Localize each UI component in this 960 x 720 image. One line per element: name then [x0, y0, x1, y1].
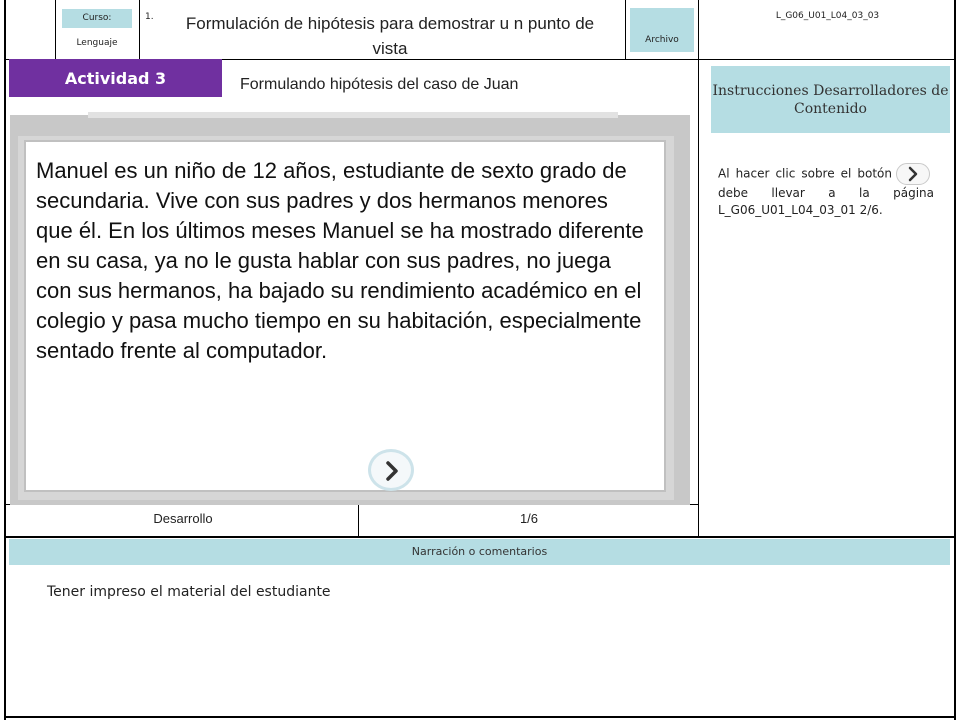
- narration-text: Tener impreso el material del estudiante: [47, 584, 331, 600]
- header-divider-2: [139, 0, 140, 60]
- subject-label: Lenguaje: [76, 38, 118, 48]
- next-button[interactable]: [368, 449, 414, 491]
- header-divider-1: [55, 0, 56, 60]
- instructions-text-before: Al hacer clic sobre el botón: [718, 166, 892, 181]
- next-button-reference: [896, 163, 930, 185]
- footer-divider: [358, 504, 359, 537]
- activity-tag: Actividad 3: [9, 59, 222, 97]
- story-text: Manuel es un niño de 12 años, estudiante…: [36, 158, 644, 363]
- outer-border-left: [4, 0, 6, 720]
- page-title: Formulación de hipótesis para demostrar …: [185, 14, 595, 58]
- instructions-heading: Instrucciones Desarrolladores de Conteni…: [711, 66, 950, 133]
- narration-heading: Narración o comentarios: [9, 539, 950, 565]
- chevron-right-icon: [908, 166, 918, 182]
- column-divider: [698, 0, 699, 537]
- outer-border-right: [954, 0, 956, 720]
- header-divider-3: [625, 0, 626, 60]
- section-bottom-line: [4, 536, 956, 538]
- file-label: Archivo: [630, 8, 694, 52]
- course-label: Curso:: [62, 9, 132, 28]
- card-back-layer: [88, 112, 618, 118]
- section-number: 1.: [145, 12, 154, 22]
- instructions-heading-text: Instrucciones Desarrolladores de Conteni…: [712, 82, 949, 117]
- instructions-body: Al hacer clic sobre el botón debe llevar …: [718, 163, 934, 219]
- page-code: L_G06_U01_L04_03_03: [775, 11, 880, 21]
- page-counter: 1/6: [519, 511, 539, 526]
- section-name: Desarrollo: [153, 511, 213, 526]
- file-label-text: Archivo: [645, 35, 679, 45]
- activity-subtitle: Formulando hipótesis del caso de Juan: [240, 76, 519, 93]
- outer-border-bottom: [4, 716, 956, 718]
- chevron-right-icon: [386, 461, 398, 481]
- instructions-text-after: debe llevar a la página L_G06_U01_L04_03…: [718, 186, 934, 217]
